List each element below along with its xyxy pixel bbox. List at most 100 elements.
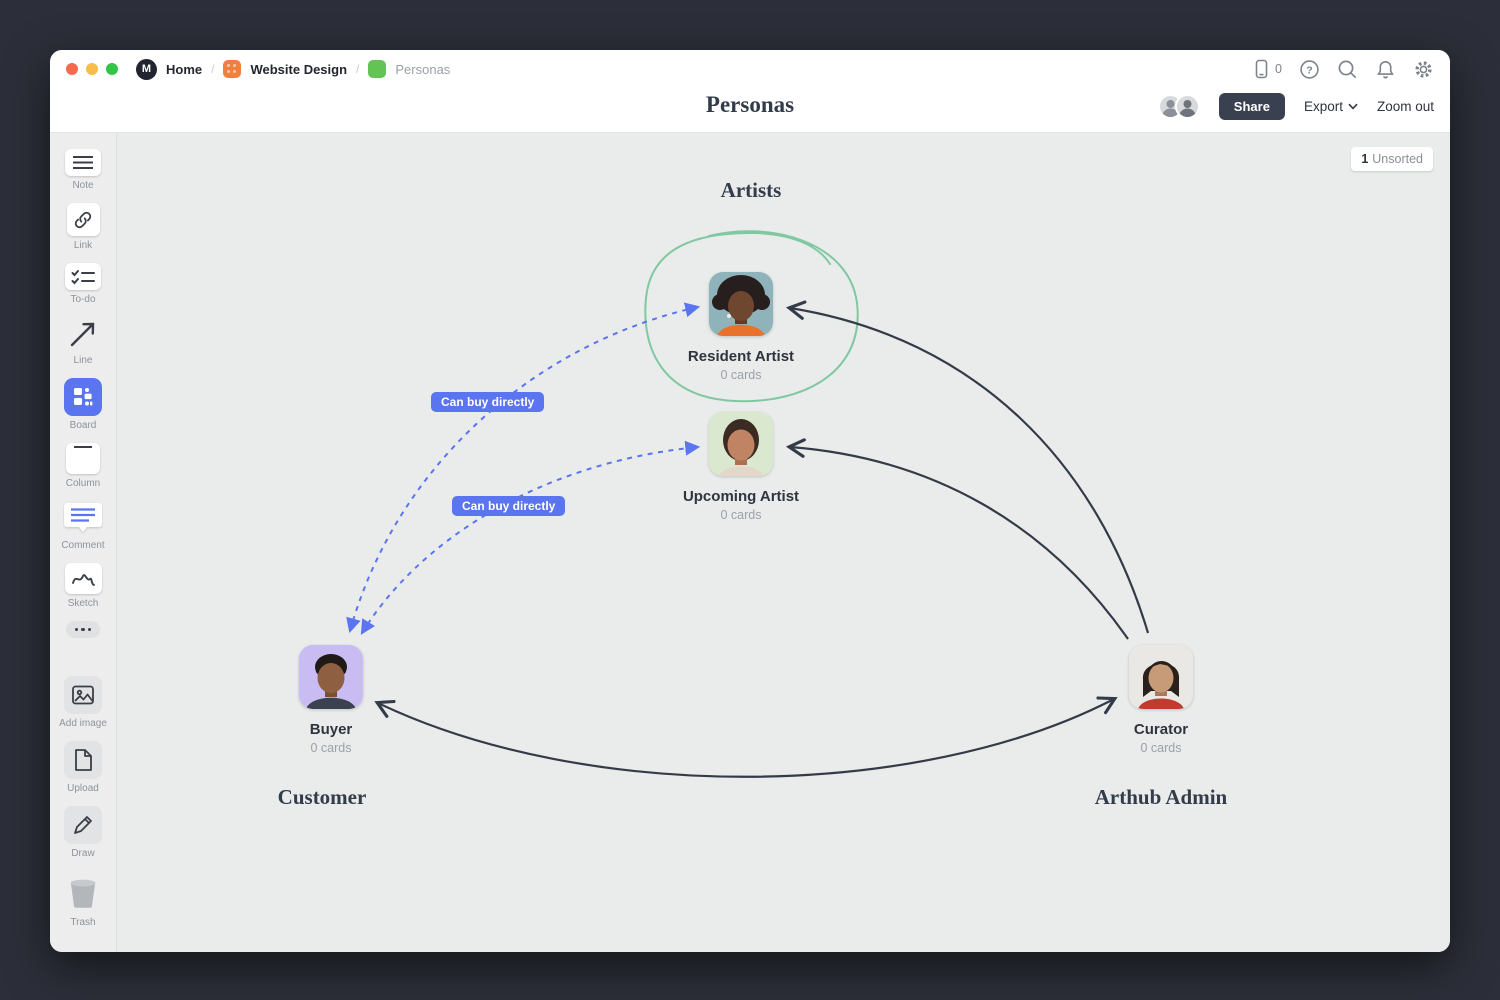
breadcrumb-project[interactable]: Website Design [250, 62, 347, 77]
milanote-logo-icon[interactable]: M [136, 59, 157, 80]
curator-avatar[interactable] [1129, 645, 1193, 709]
add-image-icon [64, 676, 102, 714]
connector-curator-resident-artist [790, 308, 1148, 633]
tool-label: Sketch [68, 598, 99, 609]
persona-card-upcoming-artist[interactable]: Upcoming Artist 0 cards [661, 412, 821, 522]
device-count: 0 [1275, 62, 1282, 76]
buyer-avatar[interactable] [299, 645, 363, 709]
tool-label: Line [74, 355, 93, 366]
tool-label: Trash [70, 917, 95, 928]
export-button[interactable]: Export [1304, 99, 1358, 114]
persona-card-resident-artist[interactable]: Resident Artist 0 cards [661, 272, 821, 382]
sidebar-item-column[interactable]: Column [66, 443, 100, 489]
collaborator-avatar[interactable] [1175, 94, 1200, 119]
persona-cards-count: 0 cards [251, 741, 411, 755]
breadcrumb: M Home / Website Design / Personas [136, 59, 450, 80]
tool-label: Link [74, 240, 92, 251]
sidebar-item-draw[interactable]: Draw [64, 806, 102, 859]
breadcrumb-separator: / [356, 62, 359, 76]
upcoming-artist-avatar[interactable] [709, 412, 773, 476]
notifications-button[interactable] [1375, 59, 1396, 80]
persona-cards-count: 0 cards [1081, 741, 1241, 755]
chevron-down-icon [1348, 103, 1358, 110]
help-button[interactable]: ? [1299, 59, 1320, 80]
connector-curator-upcoming-artist [790, 447, 1128, 639]
persona-card-curator[interactable]: Curator 0 cards [1081, 645, 1241, 755]
breadcrumb-separator: / [211, 62, 214, 76]
sidebar-item-comment[interactable]: Comment [61, 501, 104, 551]
board-canvas[interactable]: 1 Unsorted Artists Customer Arthub Admin [117, 133, 1450, 952]
search-button[interactable] [1337, 59, 1358, 80]
sidebar-item-sketch[interactable]: Sketch [65, 563, 102, 609]
group-label-arthub-admin[interactable]: Arthub Admin [1051, 785, 1271, 810]
line-arrow-icon [65, 317, 101, 351]
todo-icon [65, 263, 101, 290]
collaborator-avatars[interactable] [1158, 94, 1200, 119]
help-icon: ? [1299, 59, 1320, 80]
unsorted-label: Unsorted [1372, 152, 1423, 166]
settings-button[interactable] [1413, 59, 1434, 80]
connection-label-can-buy-directly[interactable]: Can buy directly [452, 496, 565, 516]
tool-label: To-do [70, 294, 95, 305]
persona-cards-count: 0 cards [661, 508, 821, 522]
pencil-icon [64, 806, 102, 844]
connector-buyer-curator [378, 699, 1114, 777]
persona-name: Upcoming Artist [661, 488, 821, 505]
connections-layer [117, 133, 1450, 952]
unsorted-count: 1 [1361, 152, 1368, 166]
sidebar-item-upload[interactable]: Upload [64, 741, 102, 794]
resident-artist-avatar[interactable] [709, 272, 773, 336]
persona-name: Curator [1081, 721, 1241, 738]
tool-label: Note [72, 180, 93, 191]
export-label: Export [1304, 99, 1343, 114]
project-board-icon[interactable] [223, 60, 241, 78]
sidebar-item-trash[interactable]: Trash [64, 876, 102, 928]
mobile-device-button[interactable]: 0 [1251, 59, 1282, 79]
zoom-out-button[interactable]: Zoom out [1377, 99, 1434, 114]
tool-label: Draw [71, 848, 94, 859]
header: M Home / Website Design / Personas 0 [50, 50, 1450, 132]
minimize-window-button[interactable] [86, 63, 98, 75]
maximize-window-button[interactable] [106, 63, 118, 75]
trash-icon [64, 876, 102, 913]
breadcrumb-home[interactable]: Home [166, 62, 202, 77]
sidebar-item-add-image[interactable]: Add image [59, 676, 107, 729]
sidebar-item-note[interactable]: Note [65, 149, 101, 191]
persona-name: Buyer [251, 721, 411, 738]
sketch-icon [65, 563, 102, 594]
phone-icon [1251, 59, 1271, 79]
sidebar-item-link[interactable]: Link [67, 203, 100, 251]
tool-label: Add image [59, 718, 107, 729]
sidebar-item-todo[interactable]: To-do [65, 263, 101, 305]
persona-card-buyer[interactable]: Buyer 0 cards [251, 645, 411, 755]
close-window-button[interactable] [66, 63, 78, 75]
breadcrumb-current: Personas [395, 62, 450, 77]
column-icon [66, 443, 100, 474]
group-label-customer[interactable]: Customer [212, 785, 432, 810]
more-tools-button[interactable] [66, 621, 100, 638]
svg-text:?: ? [1306, 64, 1312, 76]
tools-sidebar: Note Link To-do [50, 133, 117, 952]
share-button[interactable]: Share [1219, 93, 1285, 120]
tool-label: Column [66, 478, 100, 489]
sidebar-item-board[interactable]: Board [64, 378, 102, 431]
personas-board-icon[interactable] [368, 60, 386, 78]
sidebar-item-line[interactable]: Line [65, 317, 101, 366]
upload-file-icon [64, 741, 102, 779]
bell-icon [1375, 59, 1396, 80]
unsorted-badge[interactable]: 1 Unsorted [1351, 147, 1433, 171]
traffic-lights [66, 63, 118, 75]
connection-label-can-buy-directly[interactable]: Can buy directly [431, 392, 544, 412]
tool-label: Comment [61, 540, 104, 551]
tool-label: Upload [67, 783, 99, 794]
search-icon [1337, 59, 1358, 80]
gear-icon [1413, 59, 1434, 80]
board-icon [64, 378, 102, 416]
comment-icon [63, 501, 103, 540]
note-icon [65, 149, 101, 176]
tool-label: Board [70, 420, 97, 431]
persona-name: Resident Artist [661, 348, 821, 365]
group-label-artists[interactable]: Artists [641, 178, 861, 203]
link-icon [67, 203, 100, 236]
app-window: M Home / Website Design / Personas 0 [50, 50, 1450, 952]
